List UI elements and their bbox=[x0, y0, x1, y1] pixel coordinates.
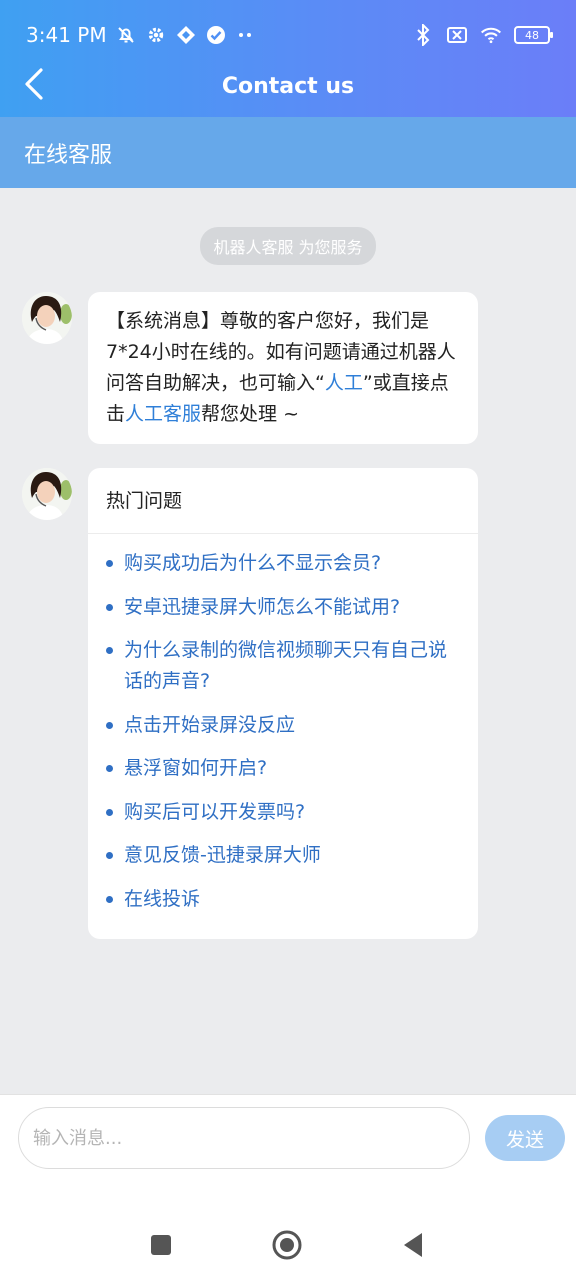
hot-question-item[interactable]: 购买后可以开发票吗? bbox=[106, 797, 460, 828]
home-circle-icon bbox=[272, 1230, 302, 1264]
more-dots-icon bbox=[235, 24, 257, 46]
back-button[interactable] bbox=[14, 66, 54, 106]
status-time: 3:41 PM bbox=[26, 23, 107, 47]
page-title: Contact us bbox=[221, 73, 355, 99]
hot-question-item[interactable]: 安卓迅捷录屏大师怎么不能试用? bbox=[106, 592, 460, 623]
hot-question-item[interactable]: 为什么录制的微信视频聊天只有自己说话的声音? bbox=[106, 635, 460, 697]
subheader-title: 在线客服 bbox=[24, 142, 113, 168]
app-icon bbox=[175, 24, 197, 46]
wifi-icon bbox=[480, 24, 502, 46]
hot-question-text: 点击开始录屏没反应 bbox=[124, 713, 296, 736]
hot-questions-card: 热门问题 购买成功后为什么不显示会员? 安卓迅捷录屏大师怎么不能试用? 为什么录制的… bbox=[88, 468, 478, 939]
system-pill: 机器人客服 为您服务 bbox=[200, 227, 376, 265]
hot-question-text: 购买后可以开发票吗? bbox=[124, 800, 306, 823]
hot-question-item[interactable]: 购买成功后为什么不显示会员? bbox=[106, 548, 460, 579]
subheader: 在线客服 bbox=[0, 117, 576, 188]
battery-level: 48 bbox=[525, 28, 539, 42]
hot-question-item[interactable]: 意见反馈-迅捷录屏大师 bbox=[106, 840, 460, 871]
header: 3:41 PM 48 Contact us bbox=[0, 0, 576, 117]
system-message-bubble: 【系统消息】尊敬的客户您好，我们是7*24小时在线的。如有问题请通过机器人问答自… bbox=[88, 292, 478, 444]
bullet-dot-icon bbox=[106, 560, 113, 567]
hot-question-text: 悬浮窗如何开启? bbox=[124, 757, 268, 779]
hot-questions-list: 购买成功后为什么不显示会员? 安卓迅捷录屏大师怎么不能试用? 为什么录制的微信视频聊… bbox=[88, 534, 478, 915]
hot-question-text: 在线投诉 bbox=[124, 887, 201, 910]
bullet-dot-icon bbox=[106, 721, 113, 729]
no-sim-icon bbox=[446, 24, 468, 46]
bullet-dot-icon bbox=[106, 808, 113, 816]
battery-icon: 48 bbox=[514, 26, 553, 44]
back-nav-button[interactable] bbox=[402, 1232, 424, 1262]
status-bar: 3:41 PM 48 bbox=[0, 0, 576, 70]
square-icon bbox=[150, 1235, 172, 1260]
check-circle-icon bbox=[205, 24, 227, 46]
message-text-3: 帮您处理 ~ bbox=[201, 403, 299, 425]
hot-questions-title: 热门问题 bbox=[88, 468, 478, 534]
triangle-back-icon bbox=[402, 1233, 424, 1262]
gear-icon bbox=[145, 24, 167, 46]
message-input[interactable] bbox=[18, 1107, 470, 1169]
bullet-dot-icon bbox=[106, 647, 113, 654]
agent-avatar bbox=[22, 468, 72, 520]
input-bar: 发送 bbox=[0, 1094, 576, 1186]
bullet-dot-icon bbox=[106, 895, 113, 903]
human-service-link[interactable]: 人工客服 bbox=[125, 403, 201, 425]
hot-question-text: 意见反馈-迅捷录屏大师 bbox=[124, 844, 321, 866]
bullet-dot-icon bbox=[106, 765, 113, 772]
recents-button[interactable] bbox=[150, 1234, 172, 1260]
bullet-dot-icon bbox=[106, 852, 113, 859]
nav-bar: Contact us bbox=[0, 62, 576, 110]
home-button[interactable] bbox=[272, 1230, 302, 1264]
mute-bell-icon bbox=[115, 24, 137, 46]
agent-avatar bbox=[22, 292, 72, 344]
human-keyword-link[interactable]: 人工 bbox=[325, 372, 363, 394]
bullet-dot-icon bbox=[106, 603, 113, 611]
hot-question-item[interactable]: 悬浮窗如何开启? bbox=[106, 753, 460, 784]
chevron-left-icon bbox=[23, 67, 45, 105]
hot-question-item[interactable]: 在线投诉 bbox=[106, 884, 460, 915]
hot-question-item[interactable]: 点击开始录屏没反应 bbox=[106, 710, 460, 741]
hot-question-text: 为什么录制的微信视频聊天只有自己说话的声音? bbox=[124, 639, 448, 692]
hot-question-text: 购买成功后为什么不显示会员? bbox=[124, 552, 382, 574]
system-nav-bar bbox=[0, 1186, 576, 1280]
bluetooth-icon bbox=[412, 24, 434, 46]
system-pill-row: 机器人客服 为您服务 bbox=[0, 227, 576, 265]
send-button[interactable]: 发送 bbox=[485, 1115, 565, 1161]
hot-question-text: 安卓迅捷录屏大师怎么不能试用? bbox=[124, 595, 401, 618]
